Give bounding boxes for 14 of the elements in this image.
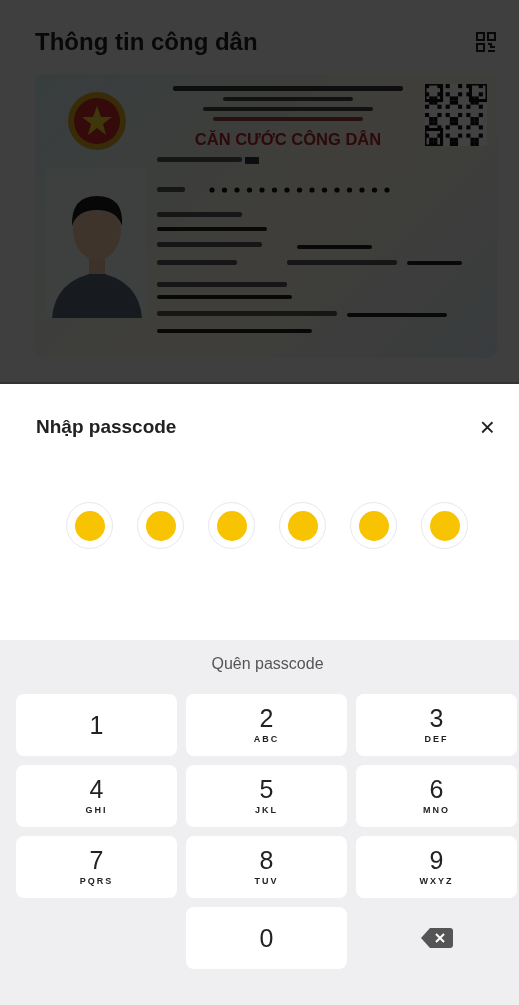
keypad-key[interactable]: 1 [16, 694, 177, 756]
keypad-key[interactable]: 3 DEF [356, 694, 517, 756]
backspace-icon[interactable] [419, 926, 454, 950]
forgot-passcode-link[interactable]: Quên passcode [205, 654, 330, 674]
keypad-key[interactable]: 8 TUV [186, 836, 347, 898]
keypad-key[interactable]: 7 PQRS [16, 836, 177, 898]
keypad-key[interactable]: 6 MNO [356, 765, 517, 827]
keypad-key[interactable]: 9 WXYZ [356, 836, 517, 898]
sheet-title: Nhập passcode [36, 416, 177, 438]
keypad-key[interactable]: 2 ABC [186, 694, 347, 756]
close-button[interactable]: × [479, 414, 495, 440]
keypad-key[interactable]: 5 JKL [186, 765, 347, 827]
keypad-key[interactable]: 4 GHI [16, 765, 177, 827]
keypad-key[interactable]: 0 [186, 907, 347, 969]
